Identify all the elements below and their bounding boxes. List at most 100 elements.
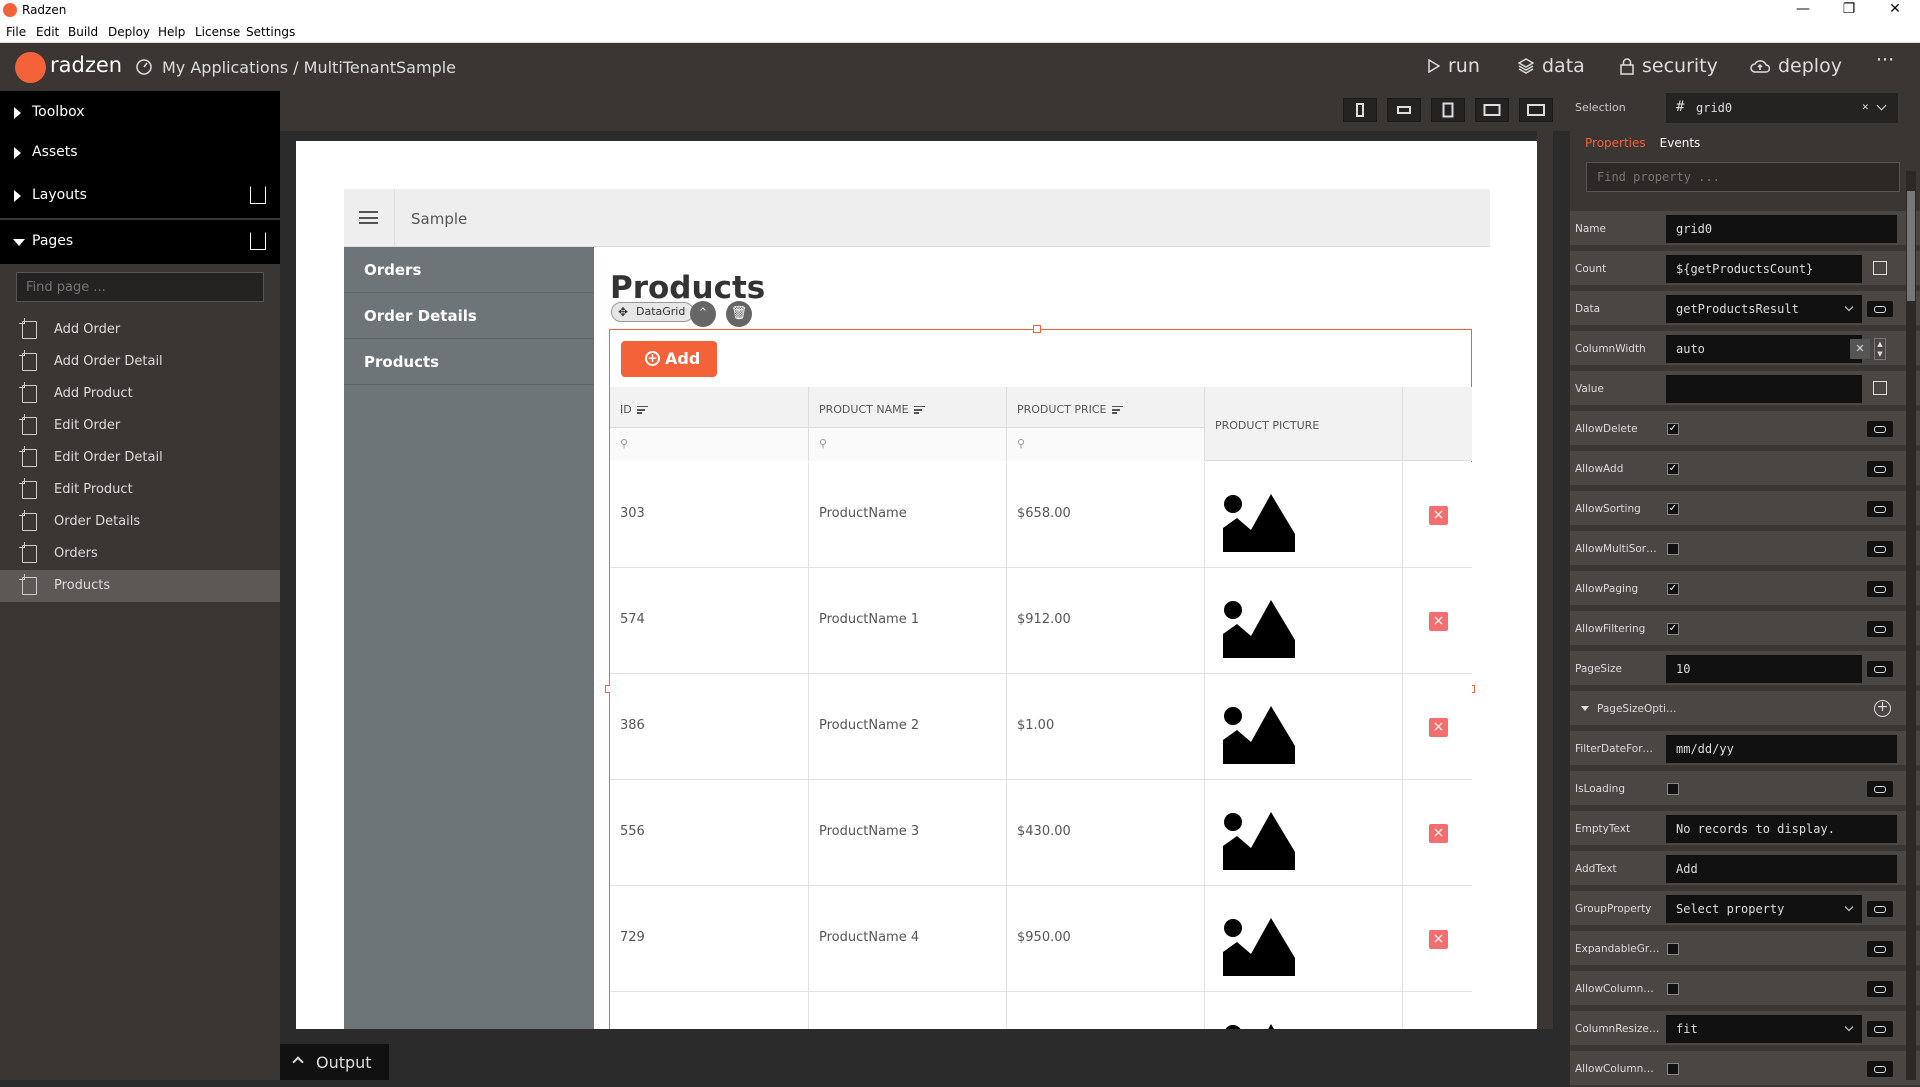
link-icon[interactable] [1867,661,1893,677]
device-tablet-button[interactable] [1431,98,1465,122]
edit-icon[interactable] [1873,381,1887,395]
page-item[interactable]: Edit Product [0,474,280,506]
property-input[interactable]: auto [1666,335,1862,363]
sort-icon[interactable] [636,406,648,414]
link-icon[interactable] [1867,461,1893,477]
run-button[interactable]: run [1428,55,1480,77]
nav-order-details[interactable]: Order Details [344,293,594,339]
resize-handle[interactable] [1033,325,1041,333]
table-row[interactable] [610,992,1472,1029]
column-header-product-name[interactable]: PRODUCT NAME ⚲ [809,387,1007,461]
table-row[interactable]: 386 ProductName 2 $1.00 × [610,674,1472,780]
chevron-down-icon[interactable] [1876,100,1887,111]
minimize-icon[interactable]: — [1788,1,1818,17]
filter-search-icon[interactable]: ⚲ [1017,437,1025,450]
component-chip[interactable]: DataGrid [611,302,695,322]
property-checkbox[interactable]: ✓ [1667,463,1679,475]
sort-icon[interactable] [913,406,925,414]
link-icon[interactable] [1867,981,1893,997]
selection-dropdown[interactable]: # grid0 ✕ [1666,93,1898,123]
select-parent-icon[interactable]: ⌃ [690,301,716,327]
property-checkbox[interactable] [1667,1063,1679,1075]
menu-edit[interactable]: Edit [36,25,59,39]
design-canvas[interactable]: Sample Orders Order Details Products Pro… [296,141,1537,1029]
link-icon[interactable] [1867,581,1893,597]
page-item[interactable]: Products [0,570,280,602]
add-button[interactable]: + Add [621,341,717,377]
hamburger-icon[interactable] [359,211,378,224]
menu-license[interactable]: License [195,25,240,39]
tab-properties[interactable]: Properties [1585,136,1646,150]
add-layout-icon[interactable] [250,186,266,204]
link-icon[interactable] [1867,941,1893,957]
more-icon[interactable]: ··· [1876,49,1894,71]
table-row[interactable]: 303 ProductName $658.00 × [610,462,1472,568]
device-phone-button[interactable] [1343,98,1377,122]
output-tab[interactable]: Output [280,1044,389,1080]
link-icon[interactable] [1867,1021,1893,1037]
property-checkbox[interactable]: ✓ [1667,503,1679,515]
link-icon[interactable] [1867,301,1893,317]
property-checkbox[interactable] [1667,543,1679,555]
delete-row-button[interactable]: × [1429,718,1448,737]
link-icon[interactable] [1867,621,1893,637]
delete-row-button[interactable]: × [1429,506,1448,525]
page-item[interactable]: Order Details [0,506,280,538]
link-icon[interactable] [1867,501,1893,517]
clear-icon[interactable]: ✕ [1862,100,1869,113]
property-select[interactable]: fit [1666,1015,1862,1043]
property-checkbox[interactable]: ✓ [1667,623,1679,635]
delete-row-button[interactable]: × [1429,612,1448,631]
dashboard-icon[interactable] [135,57,153,75]
page-item[interactable]: Add Order [0,314,280,346]
property-select[interactable]: getProductsResult [1666,295,1862,323]
nav-orders[interactable]: Orders [344,247,594,293]
property-input[interactable]: 10 [1666,655,1862,683]
property-checkbox[interactable] [1667,783,1679,795]
menu-deploy[interactable]: Deploy [108,25,150,39]
sort-icon[interactable] [1111,406,1123,414]
delete-row-button[interactable]: × [1429,824,1448,843]
property-checkbox[interactable] [1667,943,1679,955]
page-item[interactable]: Add Order Detail [0,346,280,378]
property-input[interactable]: Add [1666,855,1897,883]
find-property-input[interactable] [1586,162,1900,192]
property-checkbox[interactable]: ✓ [1667,423,1679,435]
column-header-product-price[interactable]: PRODUCT PRICE ⚲ [1007,387,1205,461]
property-checkbox[interactable] [1667,983,1679,995]
add-option-icon[interactable]: + [1874,700,1891,717]
column-header-id[interactable]: ID ⚲ [610,387,809,461]
property-input[interactable]: grid0 [1666,215,1897,243]
nav-products[interactable]: Products [344,339,594,385]
page-item[interactable]: Orders [0,538,280,570]
delete-component-icon[interactable]: 🗑 [726,301,752,327]
add-page-icon[interactable] [250,232,266,250]
page-item[interactable]: Add Product [0,378,280,410]
table-row[interactable]: 729 ProductName 4 $950.00 × [610,886,1472,992]
table-row[interactable]: 556 ProductName 3 $430.00 × [610,780,1472,886]
property-select[interactable]: Select property [1666,895,1862,923]
delete-row-button[interactable]: × [1429,930,1448,949]
data-button[interactable]: data [1518,55,1585,77]
deploy-button[interactable]: deploy [1750,55,1842,77]
filter-search-icon[interactable]: ⚲ [620,437,628,450]
canvas-scrollbar[interactable] [1537,131,1553,1029]
link-icon[interactable] [1867,781,1893,797]
table-row[interactable]: 574 ProductName 1 $912.00 × [610,568,1472,674]
layouts-section[interactable]: Layouts [0,174,280,218]
find-page-input[interactable] [16,272,264,302]
filter-search-icon[interactable]: ⚲ [819,437,827,450]
device-laptop-button[interactable] [1475,98,1509,122]
assets-section[interactable]: Assets [0,131,280,175]
page-item[interactable]: Edit Order Detail [0,442,280,474]
link-icon[interactable] [1867,541,1893,557]
tab-events[interactable]: Events [1660,136,1701,150]
properties-scrollbar[interactable] [1906,171,1916,1080]
menu-help[interactable]: Help [158,25,185,39]
close-icon[interactable]: ✕ [1880,1,1910,17]
stepper-icon[interactable]: ▲ ▼ [1874,338,1886,360]
toolbox-section[interactable]: Toolbox [0,91,280,135]
property-checkbox[interactable]: ✓ [1667,583,1679,595]
link-icon[interactable] [1867,421,1893,437]
restore-icon[interactable]: ❐ [1834,1,1864,17]
